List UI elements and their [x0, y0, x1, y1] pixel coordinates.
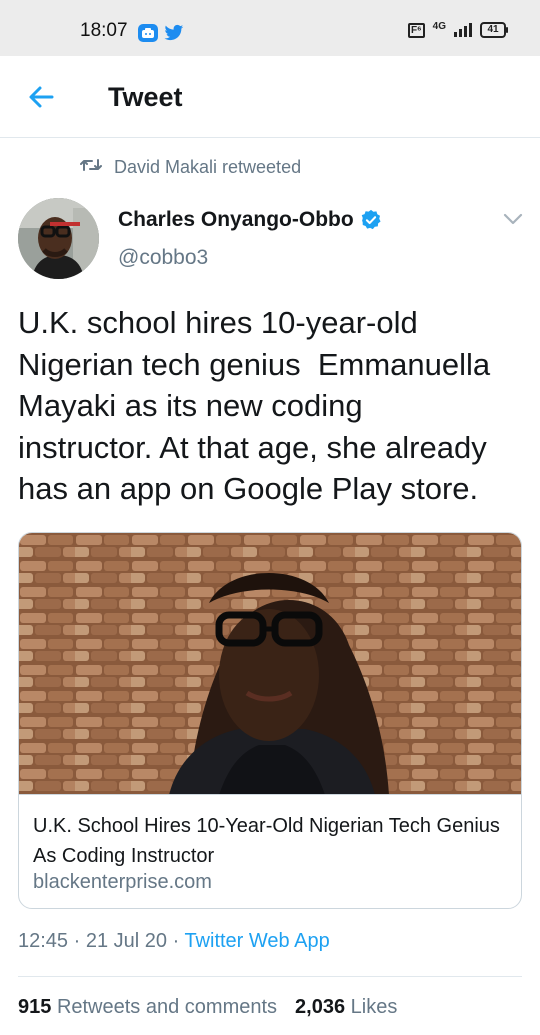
author-name-text: Charles Onyango-Obbo: [118, 208, 354, 231]
retweets-label: Retweets and comments: [56, 996, 278, 1018]
retweet-indicator[interactable]: David Makali retweeted: [80, 157, 301, 178]
status-bar: 18:07 F⁶ 4G 41: [0, 0, 540, 56]
twitter-icon: [164, 24, 184, 47]
likes-label: Likes: [350, 996, 398, 1018]
battery-level: 41: [487, 24, 499, 35]
author-name[interactable]: Charles Onyango-Obbo: [118, 208, 382, 232]
page-title: Tweet: [108, 82, 183, 112]
tweet-text: U.K. school hires 10-year-old Nigerian t…: [18, 305, 491, 506]
card-domain: blackenterprise.com: [33, 871, 212, 893]
wifi-icon: F⁶: [407, 22, 425, 38]
tweet-date: 21 Jul 20: [85, 930, 168, 952]
card-image: [19, 533, 521, 795]
retweets-count: 915: [18, 996, 52, 1018]
retweet-label: David Makali retweeted: [114, 157, 302, 177]
signal-icon: [454, 23, 472, 37]
avatar[interactable]: [18, 198, 99, 279]
tweet-source-link[interactable]: Twitter Web App: [184, 930, 329, 952]
status-time: 18:07: [80, 20, 128, 41]
likes-count: 2,036: [295, 996, 346, 1018]
link-card[interactable]: U.K. School Hires 10-Year-Old Nigerian T…: [18, 532, 522, 909]
arrow-left-icon[interactable]: [26, 82, 56, 112]
app-icon: [138, 24, 158, 42]
app-header: Tweet: [0, 56, 540, 138]
retweet-icon: [80, 157, 102, 178]
chevron-down-icon[interactable]: [502, 212, 524, 226]
tweet-meta: 12:45 · 21 Jul 20 · Twitter Web App: [18, 930, 330, 953]
retweets-stat[interactable]: 915 Retweets and comments: [18, 996, 277, 1019]
network-label: 4G: [432, 21, 446, 32]
meta-separator: ·: [68, 930, 86, 952]
divider: [18, 976, 522, 977]
likes-stat[interactable]: 2,036 Likes: [295, 996, 397, 1019]
tweet-time: 12:45: [18, 930, 69, 952]
battery-icon: 41: [480, 22, 508, 38]
meta-separator: ·: [167, 930, 185, 952]
card-title: U.K. School Hires 10-Year-Old Nigerian T…: [33, 815, 500, 867]
verified-icon: [361, 209, 381, 230]
author-handle[interactable]: @cobbo3: [118, 246, 208, 270]
status-indicators: F⁶ 4G 41: [407, 21, 508, 38]
tweet-stats: 915 Retweets and comments 2,036 Likes: [18, 996, 397, 1019]
